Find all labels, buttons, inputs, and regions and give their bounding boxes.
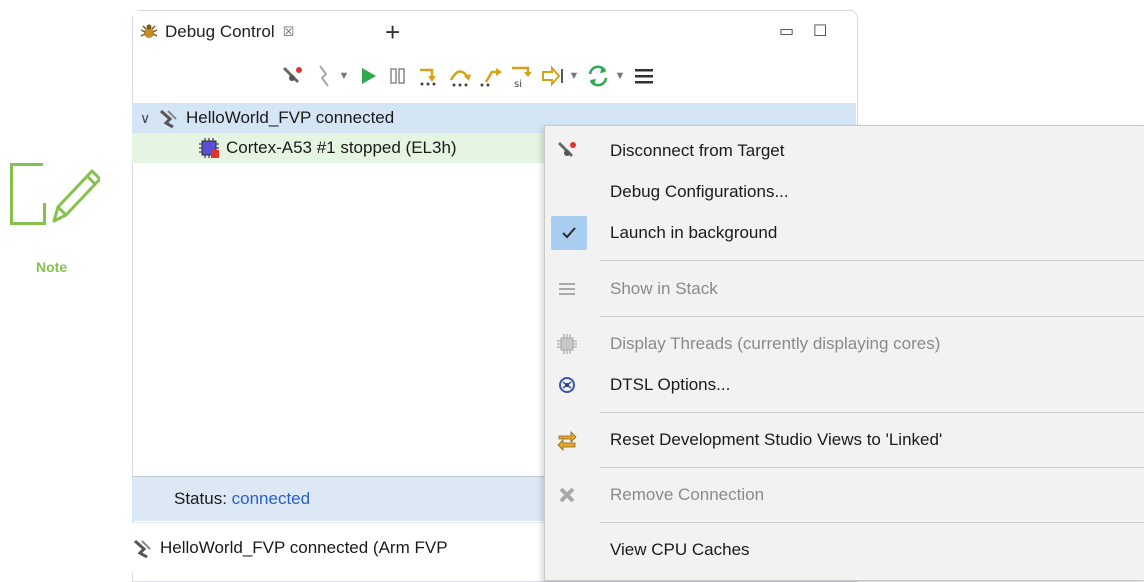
add-tab-button[interactable]: + [385, 19, 400, 45]
tab-title: Debug Control [165, 22, 275, 41]
resume-icon[interactable] [356, 62, 380, 90]
menu-separator [600, 522, 1144, 523]
minimize-button[interactable]: ▭ [779, 21, 794, 41]
menu-label: Launch in background [610, 223, 778, 242]
sync-icon[interactable] [584, 62, 612, 90]
bug-icon [140, 24, 158, 38]
menu-label: DTSL Options... [610, 375, 731, 394]
view-menu-icon[interactable] [630, 62, 658, 90]
tab-close-icon[interactable]: ☒ [283, 24, 295, 40]
menu-separator [600, 467, 1144, 468]
tab-bar: Debug Control ☒ + ▭ ☐ [133, 11, 857, 53]
note-label: Note [36, 259, 68, 275]
svg-text:si: si [514, 79, 522, 90]
menu-label: Reset Development Studio Views to 'Linke… [610, 430, 943, 449]
menu-item-launch-in-background[interactable]: Launch in background [545, 213, 1144, 253]
tab-debug-control[interactable]: Debug Control ☒ [133, 11, 365, 53]
dropdown-icon[interactable]: ▼ [338, 62, 350, 90]
status-text: Status: connected [174, 489, 310, 509]
pencil-icon [52, 169, 100, 223]
note-badge: Note [10, 163, 100, 275]
remove-icon [559, 487, 575, 503]
menu-item-dtsl-options[interactable]: DTSL Options... [545, 365, 1144, 405]
view-toolbar: ▼ si ▼ ▼ [132, 62, 856, 92]
suspend-icon[interactable] [386, 62, 410, 90]
menu-separator [600, 316, 1144, 317]
tree-label-core: Cortex-A53 #1 stopped (EL3h) [226, 138, 457, 157]
check-icon [551, 216, 587, 250]
menu-item-debug-configurations[interactable]: Debug Configurations... [545, 172, 1144, 212]
connection-icon [160, 109, 177, 129]
maximize-button[interactable]: ☐ [813, 21, 827, 41]
menu-item-display-threads[interactable]: Display Threads (currently displaying co… [545, 324, 1144, 364]
status-value: connected [231, 489, 311, 508]
dtsl-icon [559, 377, 575, 393]
link-views-icon [557, 431, 577, 451]
menu-item-show-in-stack[interactable]: Show in Stack [545, 269, 1144, 309]
connection-icon [134, 539, 151, 559]
step-instruction-icon[interactable]: si [508, 62, 534, 90]
step-into-icon[interactable] [416, 62, 442, 90]
list-icon [559, 283, 575, 295]
menu-item-disconnect[interactable]: Disconnect from Target [545, 131, 1144, 171]
disconnect-icon[interactable] [278, 62, 306, 90]
menu-label: Debug Configurations... [610, 182, 789, 201]
run-to-line-icon[interactable] [540, 62, 566, 90]
step-out-icon[interactable] [478, 62, 504, 90]
menu-label: Display Threads (currently displaying co… [610, 334, 941, 353]
chip-icon [557, 334, 577, 354]
chevron-down-icon[interactable]: ∨ [140, 110, 158, 127]
step-over-icon[interactable] [446, 62, 474, 90]
tree-label-connection: HelloWorld_FVP connected [186, 108, 395, 127]
connection-info-label: HelloWorld_FVP connected (Arm FVP [160, 538, 448, 557]
menu-label: View CPU Caches [610, 540, 750, 559]
disconnect-icon [557, 141, 576, 158]
dropdown-icon[interactable]: ▼ [568, 62, 580, 90]
menu-separator [600, 412, 1144, 413]
menu-label: Disconnect from Target [610, 141, 785, 160]
menu-separator [600, 260, 1144, 261]
menu-item-remove-connection[interactable]: Remove Connection [545, 475, 1144, 515]
dropdown-icon[interactable]: ▼ [614, 62, 626, 90]
status-label: Status: [174, 489, 232, 508]
connect-icon[interactable] [312, 62, 336, 90]
menu-label: Remove Connection [610, 485, 765, 504]
menu-label: Show in Stack [610, 279, 718, 298]
context-menu: Disconnect from Target Debug Configurati… [544, 125, 1144, 581]
menu-item-view-cpu-caches[interactable]: View CPU Caches [545, 530, 1144, 570]
cpu-core-icon [199, 138, 219, 158]
menu-item-reset-views[interactable]: Reset Development Studio Views to 'Linke… [545, 420, 1144, 460]
